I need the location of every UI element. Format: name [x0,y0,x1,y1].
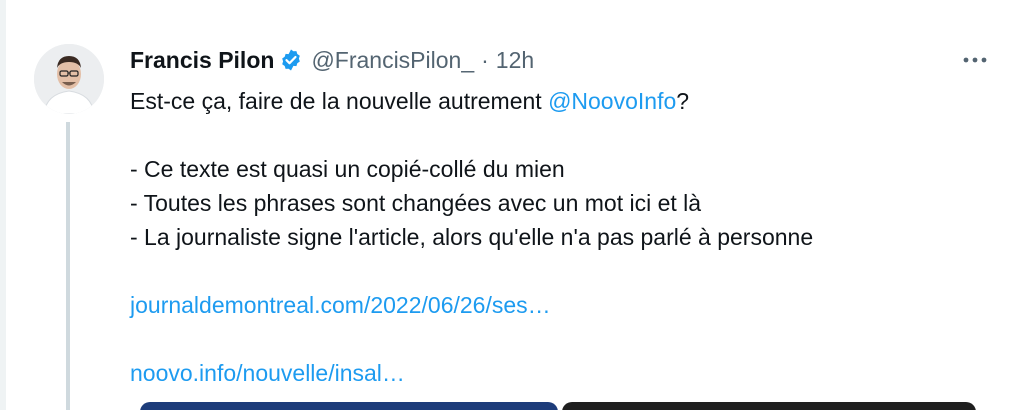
thread-line [66,122,70,410]
timeline-border [0,0,6,410]
display-name[interactable]: Francis Pilon [130,47,274,74]
tweet-line-intro: Est-ce ça, faire de la nouvelle autremen… [130,84,990,118]
mention-link[interactable]: @NoovoInfo [548,88,676,114]
avatar[interactable] [34,44,104,114]
bullet-line: - La journaliste signe l'article, alors … [130,224,814,250]
url-link-noovo[interactable]: noovo.info/nouvelle/insal… [130,356,990,390]
bullet-line: - Toutes les phrases sont changées avec … [130,190,702,216]
avatar-image [34,44,104,114]
intro-suffix: ? [676,88,690,114]
url-link-journal[interactable]: journaldemontreal.com/2022/06/26/ses… [130,288,990,322]
media-preview-left[interactable] [140,402,558,410]
verified-badge-icon [279,48,303,72]
tweet[interactable]: Francis Pilon @FrancisPilon_ · 12h Est-c… [0,0,1020,410]
timestamp[interactable]: 12h [496,47,534,74]
user-handle[interactable]: @FrancisPilon_ [311,47,474,74]
bullet-line: - Ce texte est quasi un copié-collé du m… [130,156,565,182]
separator-dot: · [481,46,489,73]
media-preview-right[interactable] [562,402,976,410]
more-options-icon[interactable] [960,48,990,72]
tweet-text: Est-ce ça, faire de la nouvelle autremen… [130,84,990,390]
tweet-header: Francis Pilon @FrancisPilon_ · 12h [130,43,534,77]
intro-text: Est-ce ça, faire de la nouvelle autremen… [130,88,549,114]
